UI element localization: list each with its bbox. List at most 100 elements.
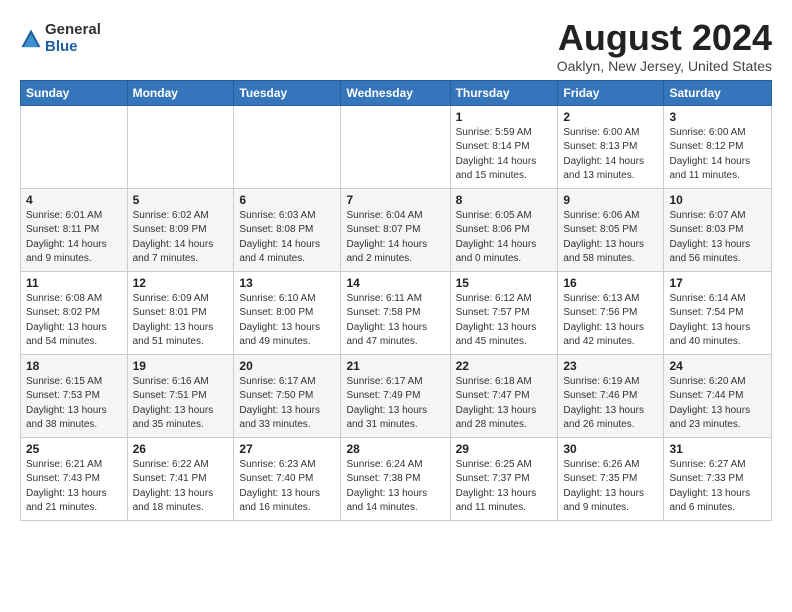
day-info: Sunrise: 6:25 AMSunset: 7:37 PMDaylight:… [456, 458, 553, 516]
day-number: 21 [346, 359, 444, 373]
calendar-cell: 26 Sunrise: 6:22 AMSunset: 7:41 PMDayligh… [127, 437, 234, 520]
calendar-cell: 17 Sunrise: 6:14 AMSunset: 7:54 PMDayligh… [664, 271, 772, 354]
day-number: 9 [563, 193, 658, 207]
calendar-cell: 10Sunrise: 6:07 AMSunset: 8:03 PMDayligh… [664, 188, 772, 271]
calendar-cell: 14 Sunrise: 6:11 AMSunset: 7:58 PMDayligh… [341, 271, 450, 354]
col-sunday: Sunday [21, 80, 128, 105]
day-number: 5 [133, 193, 229, 207]
week-row-3: 11Sunrise: 6:08 AMSunset: 8:02 PMDayligh… [21, 271, 772, 354]
day-info: Sunrise: 6:01 AMSunset: 8:11 PMDaylight:… [26, 209, 122, 267]
calendar-cell: 11Sunrise: 6:08 AMSunset: 8:02 PMDayligh… [21, 271, 128, 354]
calendar-header: Sunday Monday Tuesday Wednesday Thursday… [21, 80, 772, 105]
calendar-cell: 12Sunrise: 6:09 AMSunset: 8:01 PMDayligh… [127, 271, 234, 354]
day-number: 6 [239, 193, 335, 207]
day-number: 30 [563, 442, 658, 456]
week-row-1: 1Sunrise: 5:59 AMSunset: 8:14 PMDaylight… [21, 105, 772, 188]
day-number: 1 [456, 110, 553, 124]
day-number: 7 [346, 193, 444, 207]
day-info: Sunrise: 6:00 AMSunset: 8:12 PMDaylight:… [669, 126, 766, 184]
calendar-cell: 3 Sunrise: 6:00 AMSunset: 8:12 PMDaylight… [664, 105, 772, 188]
day-info: Sunrise: 6:15 AMSunset: 7:53 PMDaylight:… [26, 375, 122, 433]
calendar-cell: 20 Sunrise: 6:17 AMSunset: 7:50 PMDayligh… [234, 354, 341, 437]
day-number: 16 [563, 276, 658, 290]
day-number: 24 [669, 359, 766, 373]
day-info: Sunrise: 6:18 AMSunset: 7:47 PMDaylight:… [456, 375, 553, 433]
calendar-cell: 5 Sunrise: 6:02 AMSunset: 8:09 PMDaylight… [127, 188, 234, 271]
day-number: 10 [669, 193, 766, 207]
header: General Blue August 2024 Oaklyn, New Jer… [20, 18, 772, 74]
day-info: Sunrise: 6:17 AMSunset: 7:50 PMDaylight:… [239, 375, 335, 433]
day-info: Sunrise: 6:05 AMSunset: 8:06 PMDaylight:… [456, 209, 553, 267]
day-info: Sunrise: 6:02 AMSunset: 8:09 PMDaylight:… [133, 209, 229, 267]
calendar-cell: 23 Sunrise: 6:19 AMSunset: 7:46 PMDayligh… [558, 354, 664, 437]
calendar-cell: 13 Sunrise: 6:10 AMSunset: 8:00 PMDayligh… [234, 271, 341, 354]
calendar-cell: 16 Sunrise: 6:13 AMSunset: 7:56 PMDayligh… [558, 271, 664, 354]
day-info: Sunrise: 6:24 AMSunset: 7:38 PMDaylight:… [346, 458, 444, 516]
day-info: Sunrise: 6:19 AMSunset: 7:46 PMDaylight:… [563, 375, 658, 433]
day-number: 23 [563, 359, 658, 373]
calendar-body: 1Sunrise: 5:59 AMSunset: 8:14 PMDaylight… [21, 105, 772, 520]
calendar-cell: 28 Sunrise: 6:24 AMSunset: 7:38 PMDayligh… [341, 437, 450, 520]
day-number: 26 [133, 442, 229, 456]
day-info: Sunrise: 6:26 AMSunset: 7:35 PMDaylight:… [563, 458, 658, 516]
logo-icon [20, 28, 42, 50]
week-row-5: 25 Sunrise: 6:21 AMSunset: 7:43 PMDayligh… [21, 437, 772, 520]
day-info: Sunrise: 6:11 AMSunset: 7:58 PMDaylight:… [346, 292, 444, 350]
logo: General Blue [20, 22, 101, 55]
calendar-cell: 29 Sunrise: 6:25 AMSunset: 7:37 PMDayligh… [450, 437, 558, 520]
location-subtitle: Oaklyn, New Jersey, United States [557, 58, 772, 74]
col-friday: Friday [558, 80, 664, 105]
calendar-cell [341, 105, 450, 188]
day-number: 25 [26, 442, 122, 456]
header-row: Sunday Monday Tuesday Wednesday Thursday… [21, 80, 772, 105]
col-saturday: Saturday [664, 80, 772, 105]
page: General Blue August 2024 Oaklyn, New Jer… [0, 0, 792, 535]
day-info: Sunrise: 6:21 AMSunset: 7:43 PMDaylight:… [26, 458, 122, 516]
day-number: 2 [563, 110, 658, 124]
day-number: 17 [669, 276, 766, 290]
calendar-cell: 27Sunrise: 6:23 AMSunset: 7:40 PMDayligh… [234, 437, 341, 520]
logo-blue: Blue [45, 39, 101, 56]
day-info: Sunrise: 6:14 AMSunset: 7:54 PMDaylight:… [669, 292, 766, 350]
day-info: Sunrise: 6:22 AMSunset: 7:41 PMDaylight:… [133, 458, 229, 516]
calendar-cell: 7Sunrise: 6:04 AMSunset: 8:07 PMDaylight… [341, 188, 450, 271]
day-number: 31 [669, 442, 766, 456]
day-number: 4 [26, 193, 122, 207]
col-tuesday: Tuesday [234, 80, 341, 105]
logo-general: General [45, 22, 101, 39]
day-number: 19 [133, 359, 229, 373]
calendar-cell: 19 Sunrise: 6:16 AMSunset: 7:51 PMDayligh… [127, 354, 234, 437]
day-number: 3 [669, 110, 766, 124]
day-number: 22 [456, 359, 553, 373]
calendar-cell: 22 Sunrise: 6:18 AMSunset: 7:47 PMDayligh… [450, 354, 558, 437]
day-number: 12 [133, 276, 229, 290]
day-info: Sunrise: 6:00 AMSunset: 8:13 PMDaylight:… [563, 126, 658, 184]
col-monday: Monday [127, 80, 234, 105]
day-info: Sunrise: 6:12 AMSunset: 7:57 PMDaylight:… [456, 292, 553, 350]
calendar-cell: 18Sunrise: 6:15 AMSunset: 7:53 PMDayligh… [21, 354, 128, 437]
title-block: August 2024 Oaklyn, New Jersey, United S… [557, 18, 772, 74]
col-wednesday: Wednesday [341, 80, 450, 105]
calendar-cell: 25 Sunrise: 6:21 AMSunset: 7:43 PMDayligh… [21, 437, 128, 520]
calendar-cell: 6Sunrise: 6:03 AMSunset: 8:08 PMDaylight… [234, 188, 341, 271]
calendar-cell: 8Sunrise: 6:05 AMSunset: 8:06 PMDaylight… [450, 188, 558, 271]
day-info: Sunrise: 6:27 AMSunset: 7:33 PMDaylight:… [669, 458, 766, 516]
day-number: 27 [239, 442, 335, 456]
calendar-cell: 15 Sunrise: 6:12 AMSunset: 7:57 PMDayligh… [450, 271, 558, 354]
day-number: 20 [239, 359, 335, 373]
day-info: Sunrise: 6:16 AMSunset: 7:51 PMDaylight:… [133, 375, 229, 433]
week-row-4: 18Sunrise: 6:15 AMSunset: 7:53 PMDayligh… [21, 354, 772, 437]
day-number: 13 [239, 276, 335, 290]
week-row-2: 4 Sunrise: 6:01 AMSunset: 8:11 PMDaylight… [21, 188, 772, 271]
day-info: Sunrise: 6:13 AMSunset: 7:56 PMDaylight:… [563, 292, 658, 350]
day-number: 28 [346, 442, 444, 456]
day-info: Sunrise: 6:08 AMSunset: 8:02 PMDaylight:… [26, 292, 122, 350]
day-number: 14 [346, 276, 444, 290]
calendar-cell [234, 105, 341, 188]
day-info: Sunrise: 6:20 AMSunset: 7:44 PMDaylight:… [669, 375, 766, 433]
day-info: Sunrise: 6:10 AMSunset: 8:00 PMDaylight:… [239, 292, 335, 350]
day-number: 29 [456, 442, 553, 456]
col-thursday: Thursday [450, 80, 558, 105]
day-number: 15 [456, 276, 553, 290]
calendar-cell: 30 Sunrise: 6:26 AMSunset: 7:35 PMDayligh… [558, 437, 664, 520]
